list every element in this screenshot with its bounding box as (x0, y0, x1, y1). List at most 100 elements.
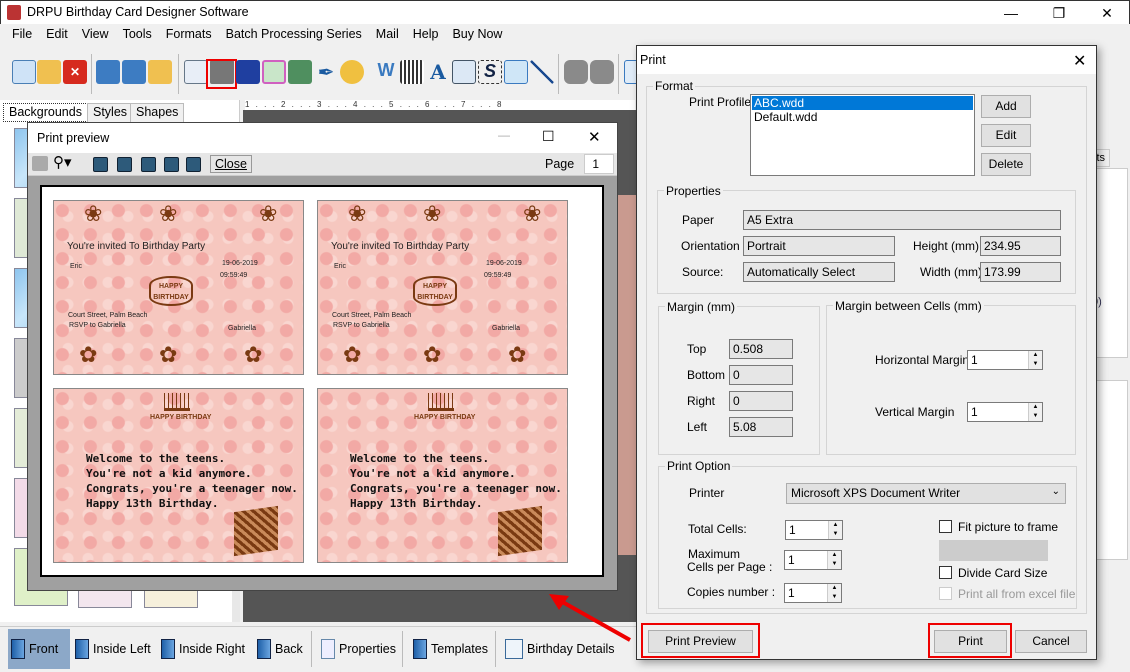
three-pages-icon[interactable] (141, 157, 156, 172)
cell-margin-label: Margin between Cells (mm) (833, 299, 984, 313)
happy-birthday-banner: HAPPY BIRTHDAY (414, 414, 476, 421)
divide-card-checkbox[interactable] (939, 566, 952, 579)
happy-birthday-banner: HAPPY BIRTHDAY (150, 414, 212, 421)
menu-file[interactable]: File (0, 24, 39, 41)
barcode-icon[interactable] (400, 60, 424, 84)
minimize-button[interactable]: — (498, 128, 510, 142)
cake-icon: HAPPY BIRTHDAY (149, 276, 193, 306)
horizontal-margin-spinner[interactable]: 1 ▲ ▼ (967, 350, 1043, 370)
background-thumbnail[interactable] (78, 588, 132, 608)
database2-icon[interactable] (590, 60, 614, 84)
menu-edit[interactable]: Edit (39, 24, 75, 41)
maximize-button[interactable]: ☐ (542, 128, 555, 145)
invite-title: You're invited To Birthday Party (331, 241, 470, 252)
one-page-icon[interactable] (93, 157, 108, 172)
edit-profile-button[interactable]: Edit (981, 124, 1031, 147)
mail-icon[interactable] (504, 60, 528, 84)
minimize-button[interactable]: — (991, 3, 1031, 23)
pen-icon[interactable]: ✒ (314, 60, 338, 84)
profile-item-abc[interactable]: ABC.wdd (752, 96, 973, 110)
print-profile-list[interactable]: ABC.wdd Default.wdd (750, 94, 975, 176)
right-label: Right (687, 394, 716, 408)
tab-inside-left[interactable]: Inside Left (72, 629, 154, 669)
print-option-label: Print Option (665, 459, 733, 473)
close-icon[interactable]: ✕ (63, 60, 87, 84)
birthday-message: Welcome to the teens. You're not a kid an… (350, 452, 562, 510)
tab-backgrounds[interactable]: Backgrounds (3, 103, 88, 122)
printer-label: Printer (689, 486, 725, 500)
menu-help[interactable]: Help (406, 24, 446, 41)
two-pages-icon[interactable] (117, 157, 132, 172)
format-label: Format (653, 79, 696, 93)
export-icon[interactable] (148, 60, 172, 84)
tab-inside-right[interactable]: Inside Right (158, 629, 248, 669)
four-pages-icon[interactable] (164, 157, 179, 172)
close-button[interactable]: ✕ (1087, 3, 1127, 23)
tab-front[interactable]: Front (8, 629, 70, 669)
copies-spinner[interactable]: 1 ▲ ▼ (784, 583, 842, 603)
signature-icon[interactable]: S (478, 60, 502, 84)
bottom-margin-field[interactable]: 0 (729, 365, 793, 385)
dialog-title: Print (640, 53, 666, 67)
right-margin-field[interactable]: 0 (729, 391, 793, 411)
preview-page: ❀ ❀ ❀ You're invited To Birthday Party Eri… (40, 185, 604, 577)
close-preview-button[interactable]: Close (210, 155, 252, 173)
menu-view[interactable]: View (75, 24, 116, 41)
print-icon[interactable] (32, 156, 48, 171)
properties-label: Properties (664, 184, 723, 198)
divide-card-label: Divide Card Size (958, 566, 1048, 580)
source-field: Automatically Select (743, 262, 895, 282)
total-cells-spinner[interactable]: 1 ▲ ▼ (785, 520, 843, 540)
close-button[interactable]: ✕ (588, 128, 601, 146)
menu-batch-processing[interactable]: Batch Processing Series (219, 24, 369, 41)
tab-templates[interactable]: Templates (410, 629, 491, 669)
tab-styles[interactable]: Styles (87, 103, 134, 122)
front-card: ❀ ❀ ❀ You're invited To Birthday Party Eri… (53, 200, 304, 375)
max-cells-label-2: Cells per Page : (687, 560, 773, 574)
fit-picture-checkbox[interactable] (939, 520, 952, 533)
shapes-icon[interactable] (340, 60, 364, 84)
open-icon[interactable] (37, 60, 61, 84)
inside-right-icon (161, 639, 175, 659)
menu-formats[interactable]: Formats (159, 24, 219, 41)
zoom-icon[interactable]: ⚲▾ (53, 153, 72, 171)
cancel-button[interactable]: Cancel (1015, 630, 1087, 653)
top-margin-field[interactable]: 0.508 (729, 339, 793, 359)
menu-mail[interactable]: Mail (369, 24, 406, 41)
watermark-icon[interactable]: W (374, 60, 398, 84)
annotation-arrow (549, 594, 631, 642)
background-thumbnail[interactable] (144, 588, 198, 608)
new-icon[interactable] (12, 60, 36, 84)
address: Court Street, Palm Beach (332, 312, 412, 319)
line-icon[interactable] (530, 60, 554, 84)
layers-icon[interactable] (236, 60, 260, 84)
max-cells-spinner[interactable]: 1 ▲ ▼ (784, 550, 842, 570)
dialog-close-button[interactable]: ✕ (1073, 51, 1086, 71)
delete-profile-button[interactable]: Delete (981, 153, 1031, 176)
add-profile-button[interactable]: Add (981, 95, 1031, 118)
maximize-button[interactable]: ❐ (1039, 3, 1079, 23)
save-icon[interactable] (96, 60, 120, 84)
page-spinner[interactable]: 1 (584, 154, 614, 174)
menu-tools[interactable]: Tools (116, 24, 159, 41)
tab-back[interactable]: Back (254, 629, 306, 669)
text-icon[interactable]: A (426, 60, 450, 84)
database-icon[interactable] (564, 60, 588, 84)
profile-item-default[interactable]: Default.wdd (752, 110, 973, 124)
party-time: 09:59:49 (484, 272, 512, 279)
paper-label: Paper (682, 213, 715, 227)
source-label: Source: (682, 265, 724, 279)
printer-select[interactable]: Microsoft XPS Document Writer ⌄ (786, 483, 1066, 504)
left-margin-field[interactable]: 5.08 (729, 417, 793, 437)
tab-properties[interactable]: Properties (318, 629, 399, 669)
tab-shapes[interactable]: Shapes (130, 103, 185, 122)
text-art-icon[interactable] (452, 60, 476, 84)
gift-icon[interactable] (262, 60, 286, 84)
vertical-margin-spinner[interactable]: 1 ▲ ▼ (967, 402, 1043, 422)
menu-buy-now[interactable]: Buy Now (445, 24, 509, 41)
page-setup-icon[interactable] (184, 60, 208, 84)
vertical-margin-label: Vertical Margin (875, 405, 955, 419)
save-as-icon[interactable] (122, 60, 146, 84)
image-icon[interactable] (288, 60, 312, 84)
six-pages-icon[interactable] (186, 157, 201, 172)
